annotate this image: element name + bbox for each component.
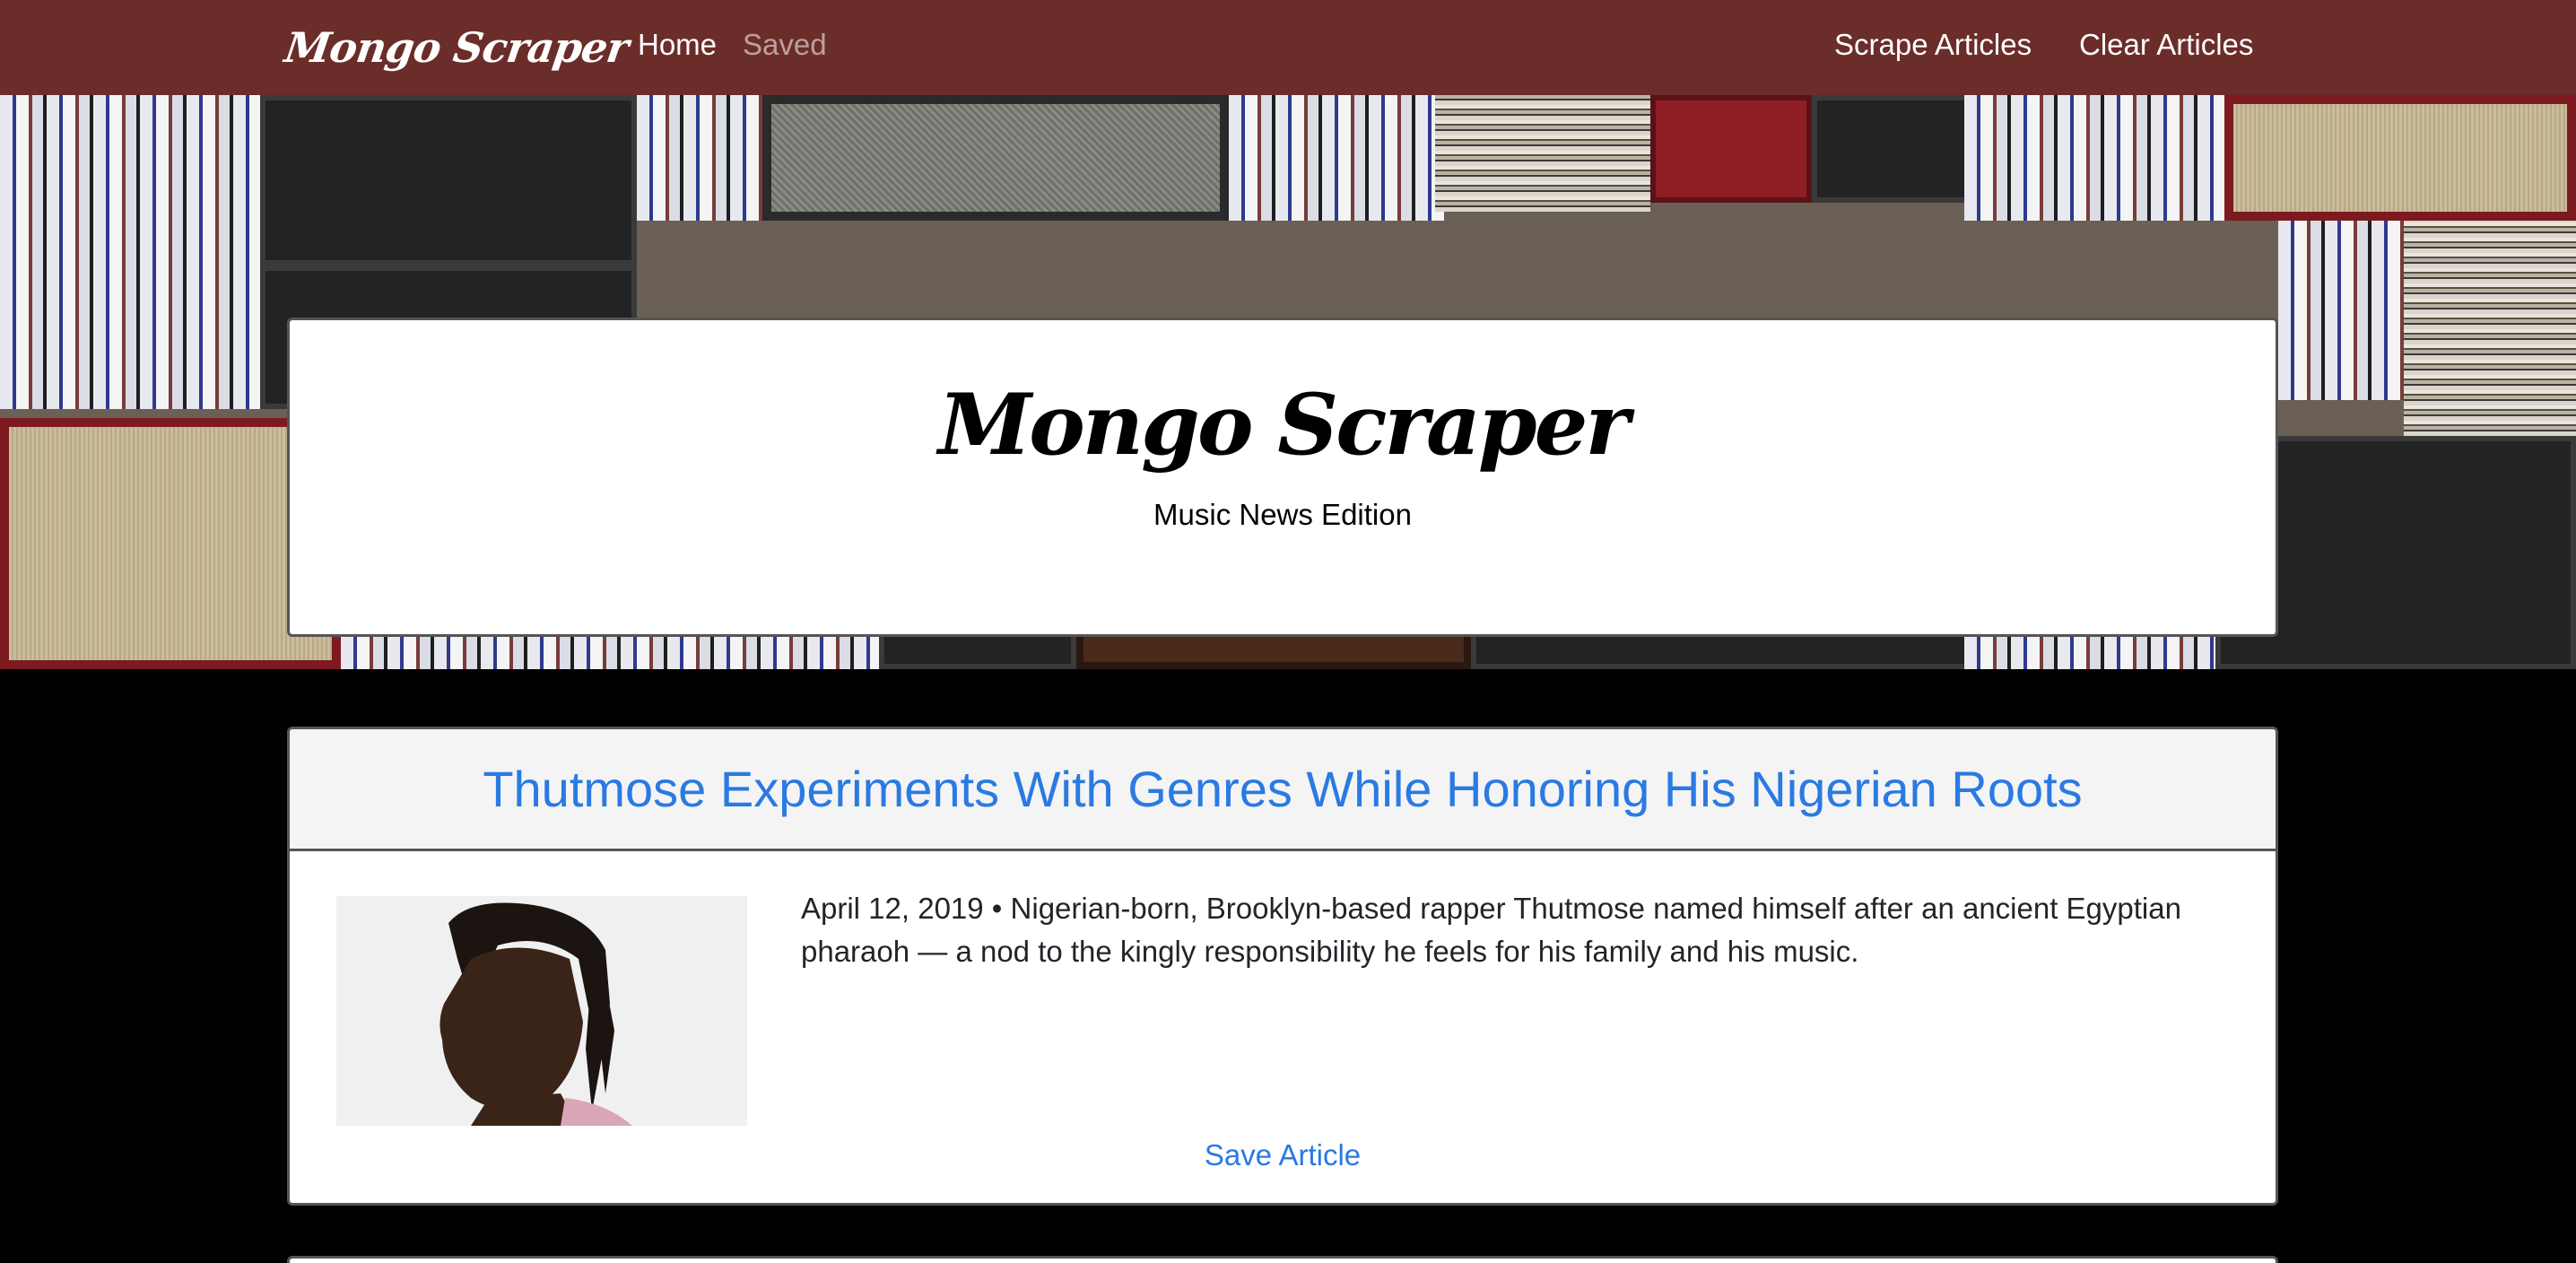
jumbotron-title: Mongo Scraper xyxy=(938,376,1630,475)
article-card-header: Thutmose Experiments With Genres While H… xyxy=(290,729,2276,851)
hero-banner: Mongo Scraper Music News Edition xyxy=(0,95,2576,669)
navbar-brand[interactable]: Mongo Scraper xyxy=(281,16,632,79)
nav-saved-link[interactable]: Saved xyxy=(743,25,827,65)
scrape-articles-link[interactable]: Scrape Articles xyxy=(1834,25,2032,65)
article-summary: April 12, 2019 • Nigerian-born, Brooklyn… xyxy=(801,892,2181,968)
jumbotron: Mongo Scraper Music News Edition xyxy=(287,318,2278,637)
clear-articles-link[interactable]: Clear Articles xyxy=(2079,25,2253,65)
article-title-link[interactable]: Thutmose Experiments With Genres While H… xyxy=(483,760,2082,818)
article-thumbnail[interactable] xyxy=(336,896,747,1126)
nav-home-link[interactable]: Home xyxy=(638,25,717,65)
jumbotron-subtitle: Music News Edition xyxy=(1153,498,1412,531)
article-card: Thutmose Experiments With Genres While H… xyxy=(287,727,2278,1206)
navbar: Mongo Scraper Home Saved Scrape Articles… xyxy=(0,0,2576,95)
save-article-button[interactable]: Save Article xyxy=(290,1138,2276,1172)
article-card-next xyxy=(287,1256,2278,1263)
